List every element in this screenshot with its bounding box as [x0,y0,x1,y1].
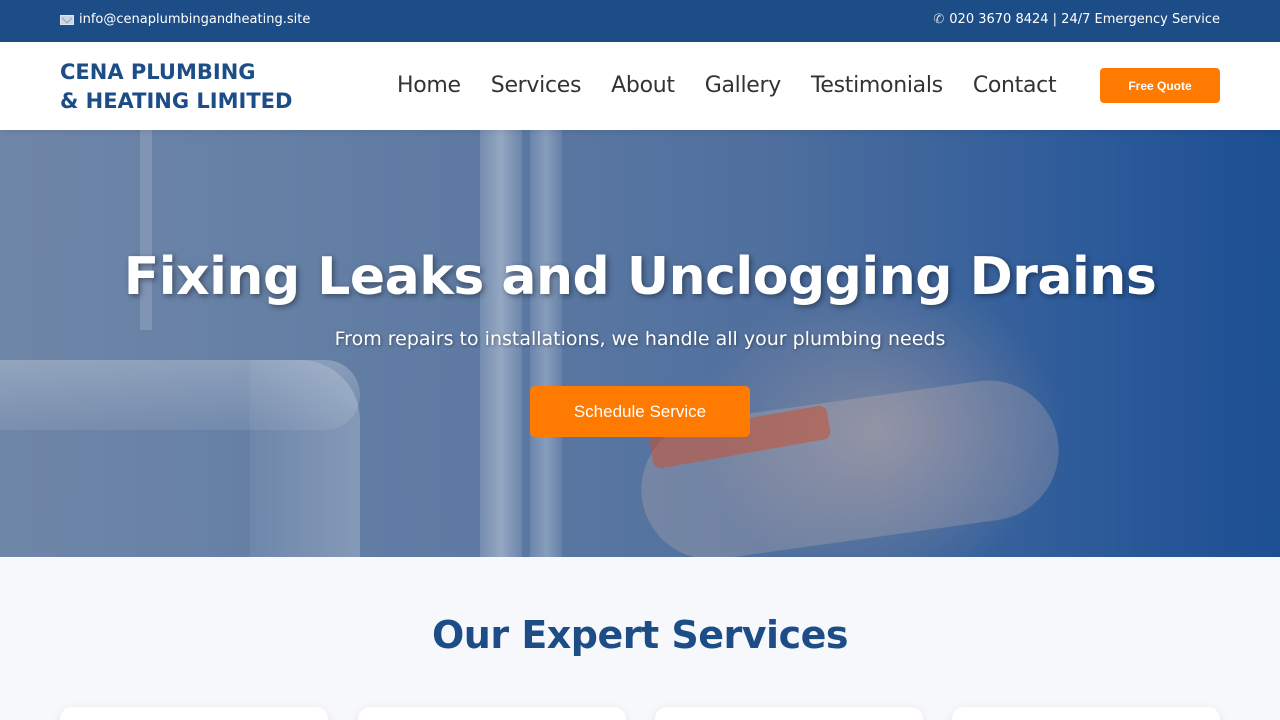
phone-text[interactable]: 020 3670 8424 | 24/7 Emergency Service [949,12,1220,27]
hero-section: Fixing Leaks and Unclogging Drains From … [0,130,1280,557]
nav-about[interactable]: About [611,73,675,98]
service-card[interactable] [655,707,923,720]
nav-testimonials[interactable]: Testimonials [811,73,943,98]
schedule-service-button[interactable]: Schedule Service [530,386,750,437]
free-quote-button[interactable]: Free Quote [1100,68,1220,103]
nav-home[interactable]: Home [397,73,461,98]
main-navbar: CENA PLUMBING & HEATING LIMITED Home Ser… [0,42,1280,130]
brand-logo-text[interactable]: CENA PLUMBING & HEATING LIMITED [60,58,292,116]
topbar-phone[interactable]: ✆ 020 3670 8424 | 24/7 Emergency Service [933,12,1220,27]
phone-icon: ✆ [933,12,945,27]
service-card[interactable] [952,707,1220,720]
email-text[interactable]: info@cenaplumbingandheating.site [79,12,310,27]
brand-line-1: CENA PLUMBING [60,60,256,84]
nav-contact[interactable]: Contact [973,73,1057,98]
mail-icon [60,14,74,25]
services-heading: Our Expert Services [432,613,849,657]
nav-gallery[interactable]: Gallery [705,73,782,98]
service-card[interactable] [358,707,626,720]
service-card[interactable] [60,707,328,720]
hero-subtitle: From repairs to installations, we handle… [334,328,946,350]
topbar-email[interactable]: info@cenaplumbingandheating.site [60,12,310,27]
nav-menu: Home Services About Gallery Testimonials… [397,73,1057,98]
brand-line-2: & HEATING LIMITED [60,89,293,113]
nav-services[interactable]: Services [491,73,582,98]
hero-title: Fixing Leaks and Unclogging Drains [123,247,1157,307]
top-contact-bar: info@cenaplumbingandheating.site ✆ 020 3… [0,0,1280,42]
hero-background-pipe [250,360,360,557]
